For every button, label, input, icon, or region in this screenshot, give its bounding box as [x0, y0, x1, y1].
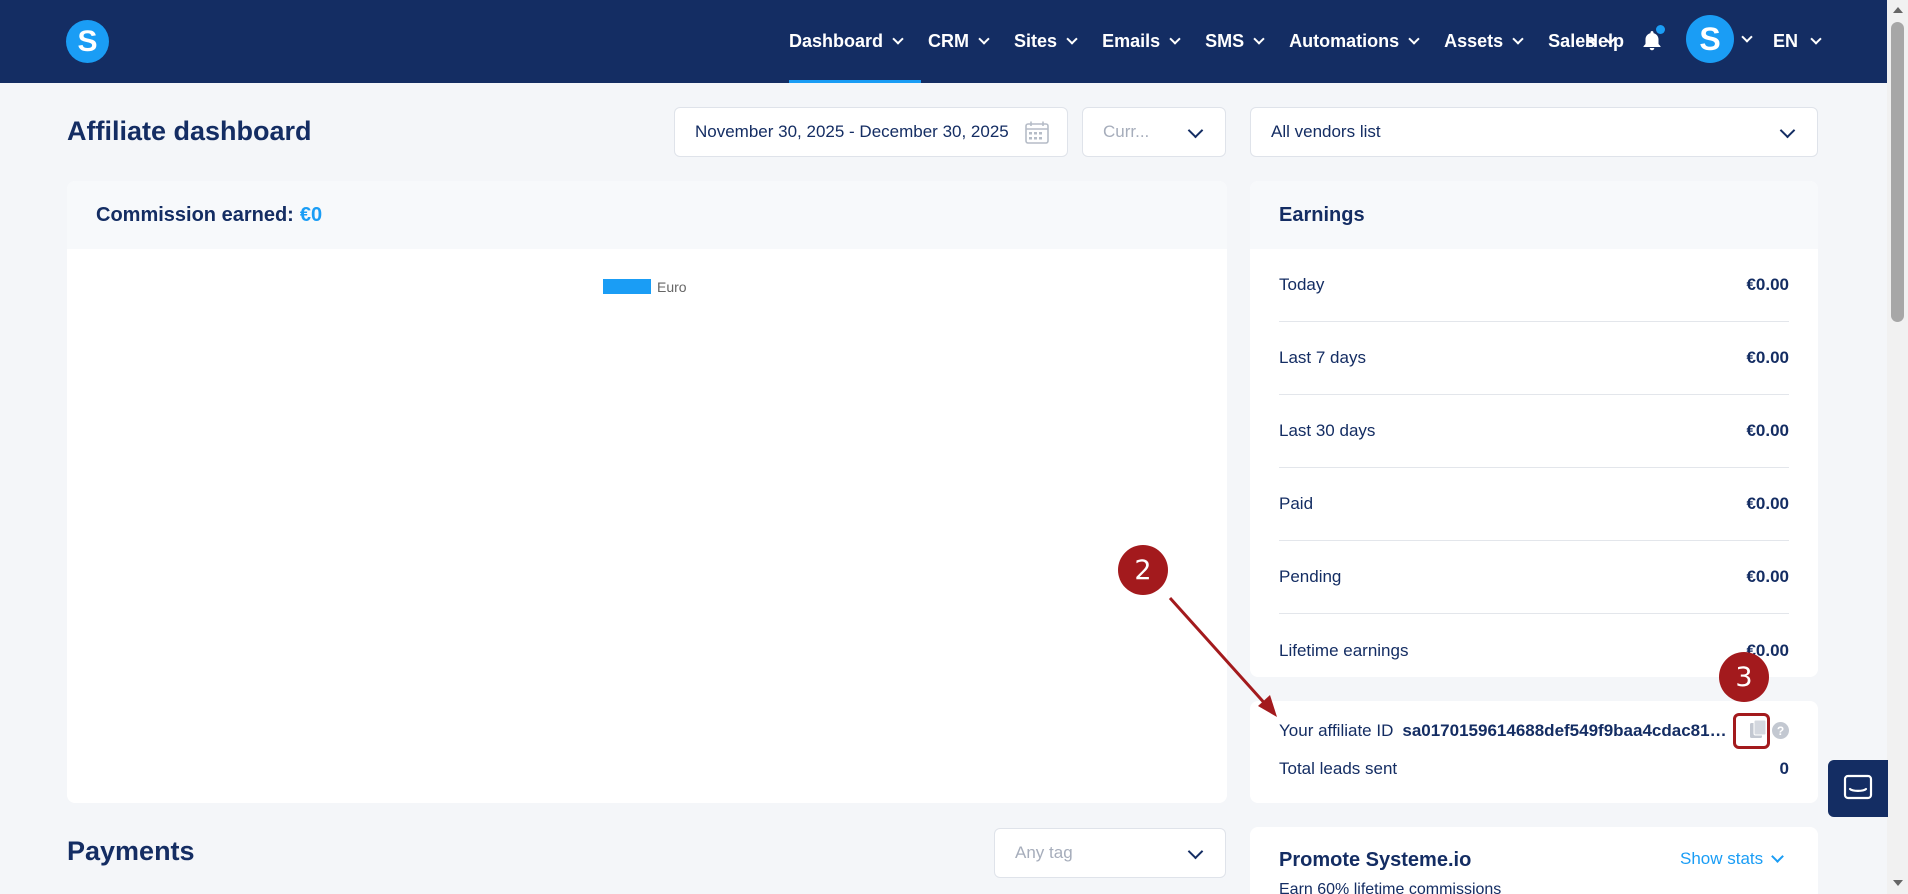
payments-title: Payments	[67, 836, 195, 866]
nav-crm-label: CRM	[928, 31, 970, 51]
chevron-down-icon	[1408, 33, 1420, 45]
nav-dashboard[interactable]: Dashboard	[789, 0, 922, 83]
help-link[interactable]: Help	[1585, 0, 1624, 83]
nav-sites-label: Sites	[1014, 31, 1058, 51]
earnings-label: Lifetime earnings	[1279, 640, 1409, 660]
earnings-label: Today	[1279, 275, 1325, 294]
date-range-value: November 30, 2025 - December 30, 2025	[695, 122, 1009, 141]
chat-icon	[1843, 774, 1873, 800]
annotation-highlight-box	[1733, 713, 1770, 749]
top-navigation-bar: S Dashboard CRM Sites Emails SMS Automat…	[0, 0, 1887, 83]
user-avatar[interactable]: S	[1686, 15, 1734, 63]
chevron-down-icon	[1187, 122, 1204, 139]
commission-chart-card: Commission earned: €0 EuroNov 30Dec 01De…	[67, 181, 1227, 803]
main-nav: Dashboard CRM Sites Emails SMS Automatio…	[789, 0, 1640, 83]
earnings-row-today: Today €0.00	[1279, 249, 1789, 322]
promote-card: Promote Systeme.io Earn 60% lifetime com…	[1250, 827, 1818, 894]
nav-sms-label: SMS	[1205, 31, 1245, 51]
nav-emails[interactable]: Emails	[1102, 0, 1181, 83]
scroll-thumb[interactable]	[1891, 22, 1904, 322]
vendors-value: All vendors list	[1271, 122, 1381, 141]
scroll-down-arrow-icon[interactable]	[1893, 880, 1903, 886]
calendar-icon	[1025, 121, 1049, 144]
page-title: Affiliate dashboard	[67, 116, 312, 146]
chevron-down-icon	[1771, 850, 1785, 863]
chevron-down-icon	[1066, 33, 1078, 45]
chevron-down-icon	[1779, 122, 1796, 139]
nav-assets-label: Assets	[1444, 31, 1504, 51]
earnings-amount: €0.00	[1746, 275, 1789, 294]
chevron-down-icon	[978, 33, 990, 45]
earnings-amount: €0.00	[1746, 494, 1789, 513]
notification-dot	[1656, 25, 1665, 34]
annotation-badge-2: 2	[1118, 545, 1168, 595]
nav-dashboard-label: Dashboard	[789, 31, 884, 51]
chevron-down-icon	[892, 33, 904, 45]
chevron-down-icon	[1810, 33, 1822, 45]
total-leads-label: Total leads sent	[1279, 759, 1398, 778]
affiliate-id-label: Your affiliate ID	[1279, 721, 1394, 740]
nav-crm[interactable]: CRM	[928, 0, 990, 83]
nav-sms[interactable]: SMS	[1205, 0, 1265, 83]
page-scrollbar[interactable]	[1887, 0, 1908, 894]
legend-swatch-euro	[603, 279, 651, 294]
annotation-badge-3: 3	[1719, 652, 1769, 702]
show-stats-label: Show stats	[1680, 849, 1764, 868]
earnings-label: Paid	[1279, 494, 1314, 513]
earnings-title: Earnings	[1250, 181, 1818, 249]
language-selector[interactable]: EN	[1773, 0, 1822, 83]
commission-label: Commission earned:	[96, 203, 294, 226]
promote-subtitle: Earn 60% lifetime commissions	[1279, 881, 1502, 894]
nav-sites[interactable]: Sites	[1014, 0, 1078, 83]
scroll-up-arrow-icon[interactable]	[1893, 7, 1903, 13]
total-leads-row: Total leads sent 0	[1279, 759, 1789, 779]
earnings-row-pending: Pending €0.00	[1279, 541, 1789, 614]
earnings-amount: €0.00	[1746, 567, 1789, 586]
earnings-amount: €0.00	[1746, 421, 1789, 440]
systeme-logo[interactable]: S	[66, 20, 109, 63]
chevron-down-icon	[1512, 33, 1524, 45]
tag-filter-select[interactable]: Any tag	[994, 828, 1226, 878]
chevron-down-icon	[1169, 33, 1181, 45]
nav-automations-label: Automations	[1289, 31, 1400, 51]
tag-placeholder: Any tag	[1015, 843, 1073, 862]
earnings-label: Last 7 days	[1279, 348, 1366, 367]
promote-title: Promote Systeme.io	[1279, 849, 1472, 871]
chevron-down-icon	[1253, 33, 1265, 45]
earnings-amount: €0.00	[1746, 348, 1789, 367]
nav-emails-label: Emails	[1102, 31, 1161, 51]
currency-placeholder: Curr...	[1103, 122, 1150, 141]
vendors-select[interactable]: All vendors list	[1250, 107, 1818, 157]
earnings-row-paid: Paid €0.00	[1279, 468, 1789, 541]
earnings-row-lifetime: Lifetime earnings €0.00	[1279, 614, 1789, 677]
commission-value: €0	[299, 203, 323, 226]
commission-header: Commission earned: €0	[67, 181, 1227, 249]
language-label: EN	[1773, 31, 1799, 51]
nav-assets[interactable]: Assets	[1444, 0, 1524, 83]
chevron-down-icon	[1187, 843, 1204, 860]
show-stats-toggle[interactable]: Show stats	[1680, 849, 1785, 869]
commission-chart: EuroNov 30Dec 01Dec 02Dec 03Dec 04Dec 05…	[603, 279, 687, 295]
earnings-card: Earnings Today €0.00 Last 7 days €0.00 Las…	[1250, 181, 1818, 677]
legend-label-euro: Euro	[657, 279, 687, 295]
help-tooltip-icon[interactable]: ?	[1772, 722, 1789, 739]
earnings-row-last-30-days: Last 30 days €0.00	[1279, 395, 1789, 468]
earnings-label: Last 30 days	[1279, 421, 1376, 440]
date-range-picker[interactable]: November 30, 2025 - December 30, 2025	[674, 107, 1068, 157]
affiliate-id-value[interactable]: sa0170159614688def549f9baa4cdac814...	[1402, 721, 1728, 741]
earnings-row-last-7-days: Last 7 days €0.00	[1279, 322, 1789, 395]
currency-select[interactable]: Curr...	[1082, 107, 1226, 157]
earnings-label: Pending	[1279, 567, 1342, 586]
total-leads-value: 0	[1779, 759, 1789, 778]
chevron-down-icon[interactable]	[1741, 31, 1753, 43]
affiliate-id-row: Your affiliate ID sa0170159614688def549f…	[1279, 721, 1789, 741]
chat-widget-button[interactable]	[1828, 760, 1888, 817]
nav-automations[interactable]: Automations	[1289, 0, 1420, 83]
